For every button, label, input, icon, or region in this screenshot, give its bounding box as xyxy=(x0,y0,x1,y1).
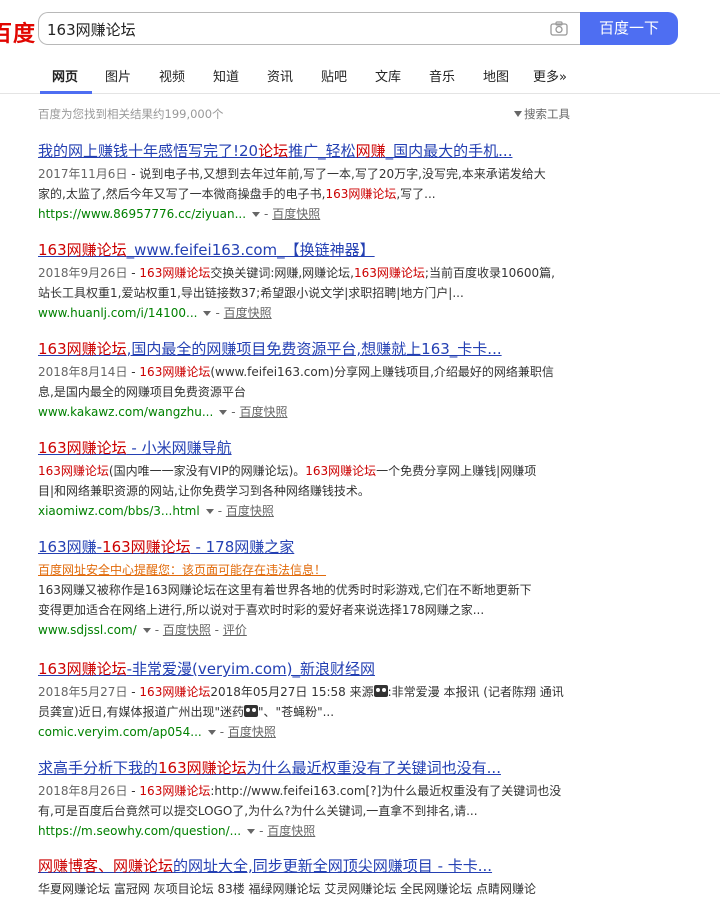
search-result: 求高手分析下我的163网赚论坛为什么最近权重没有了关键词也没有... 2018年… xyxy=(38,758,578,841)
tab-images[interactable]: 图片 xyxy=(105,66,131,85)
result-url-row: www.kakawz.com/wangzhu... - 百度快照 xyxy=(38,405,288,419)
snapshot-link[interactable]: 百度快照 xyxy=(272,207,320,221)
result-title-link[interactable]: 我的网上赚钱十年感悟写完了!20论坛推广_轻松网赚_国内最大的手机... xyxy=(38,141,578,161)
dropdown-arrow-icon[interactable] xyxy=(207,729,216,735)
search-result: 163网赚-163网赚论坛 - 178网赚之家 百度网址安全中心提醒您：该页面可… xyxy=(38,537,578,640)
result-title-link[interactable]: 163网赚论坛,国内最全的网赚项目免费资源平台,想赚就上163_卡卡... xyxy=(38,339,578,359)
result-date: 2018年5月27日 xyxy=(38,685,128,699)
result-abstract: 2018年5月27日 - 163网赚论坛2018年05月27日 15:58 来源… xyxy=(38,685,564,719)
result-date: 2017年11月6日 xyxy=(38,167,128,181)
emoji-icon xyxy=(244,705,259,717)
result-title-link[interactable]: 163网赚论坛-非常爱漫(veryim.com)_新浪财经网 xyxy=(38,659,578,679)
result-abstract: 2018年9月26日 - 163网赚论坛交换关键词:网赚,网赚论坛,163网赚论… xyxy=(38,266,555,300)
result-url[interactable]: comic.veryim.com/ap054... xyxy=(38,725,202,739)
snapshot-link[interactable]: 百度快照 xyxy=(163,623,211,637)
result-abstract: 2018年8月14日 - 163网赚论坛(www.feifei163.com)分… xyxy=(38,365,554,399)
snapshot-link[interactable]: 百度快照 xyxy=(228,725,276,739)
dropdown-arrow-icon[interactable] xyxy=(219,409,228,415)
result-count: 百度为您找到相关结果约199,000个 xyxy=(38,107,224,121)
result-url-row: xiaomiwz.com/bbs/3...html - 百度快照 xyxy=(38,504,274,518)
result-url-row: comic.veryim.com/ap054... - 百度快照 xyxy=(38,725,276,739)
result-title-link[interactable]: 网赚博客、网赚论坛的网址大全,同步更新全网顶尖网赚项目 - 卡卡... xyxy=(38,856,578,876)
tab-map[interactable]: 地图 xyxy=(483,66,509,85)
funnel-icon xyxy=(514,111,522,117)
active-tab-indicator xyxy=(40,91,92,94)
result-date: 2018年8月14日 xyxy=(38,365,128,379)
tab-news[interactable]: 资讯 xyxy=(267,66,293,85)
snapshot-link[interactable]: 百度快照 xyxy=(267,824,315,838)
search-result: 网赚博客、网赚论坛的网址大全,同步更新全网顶尖网赚项目 - 卡卡... 华夏网赚… xyxy=(38,856,578,899)
search-result: 163网赚论坛 - 小米网赚导航 163网赚论坛(国内唯一一家没有VIP的网赚论… xyxy=(38,438,578,521)
header: 百度 百度一下 xyxy=(0,0,720,56)
search-button[interactable]: 百度一下 xyxy=(580,12,678,45)
snapshot-link[interactable]: 百度快照 xyxy=(224,306,272,320)
result-url[interactable]: www.sdjssl.com/ xyxy=(38,623,137,637)
result-abstract: 163网赚论坛(国内唯一一家没有VIP的网赚论坛)。163网赚论坛一个免费分享网… xyxy=(38,464,537,498)
result-url-row: https://m.seowhy.com/question/... - 百度快照 xyxy=(38,824,316,838)
emoji-icon xyxy=(373,685,388,697)
result-date: 2018年9月26日 xyxy=(38,266,128,280)
result-abstract: 163网赚又被称作是163网赚论坛在这里有着世界各地的优秀时时彩游戏,它们在不断… xyxy=(38,583,532,617)
result-url-row: www.sdjssl.com/- 百度快照 - 评价 xyxy=(38,623,247,637)
result-url[interactable]: https://m.seowhy.com/question/... xyxy=(38,824,241,838)
search-result: 163网赚论坛_www.feifei163.com_【换链神器】 2018年9月… xyxy=(38,240,578,323)
tab-web[interactable]: 网页 xyxy=(52,66,78,85)
search-result: 我的网上赚钱十年感悟写完了!20论坛推广_轻松网赚_国内最大的手机... 201… xyxy=(38,141,578,224)
result-url-row: https://www.86957776.cc/ziyuan... - 百度快照 xyxy=(38,207,321,221)
tab-wenku[interactable]: 文库 xyxy=(375,66,401,85)
result-abstract: 2018年8月26日 - 163网赚论坛:http://www.feifei16… xyxy=(38,784,562,818)
result-url-row: www.huanlj.com/i/14100... - 百度快照 xyxy=(38,306,272,320)
search-tabs: 网页 图片 视频 知道 资讯 贴吧 文库 音乐 地图 更多» xyxy=(0,56,720,94)
result-url[interactable]: xiaomiwz.com/bbs/3...html xyxy=(38,504,200,518)
snapshot-link[interactable]: 百度快照 xyxy=(239,405,287,419)
tab-video[interactable]: 视频 xyxy=(159,66,185,85)
result-title-link[interactable]: 163网赚论坛 - 小米网赚导航 xyxy=(38,438,578,458)
search-box[interactable] xyxy=(38,12,580,45)
security-warning[interactable]: 百度网址安全中心提醒您：该页面可能存在违法信息！ xyxy=(38,560,578,580)
search-result: 163网赚论坛-非常爱漫(veryim.com)_新浪财经网 2018年5月27… xyxy=(38,659,578,742)
result-url[interactable]: www.huanlj.com/i/14100... xyxy=(38,306,197,320)
search-input[interactable] xyxy=(47,19,527,39)
dropdown-arrow-icon[interactable] xyxy=(142,627,151,633)
result-url[interactable]: www.kakawz.com/wangzhu... xyxy=(38,405,213,419)
review-link[interactable]: 评价 xyxy=(223,623,247,637)
search-tools-label: 搜索工具 xyxy=(524,107,570,121)
search-result: 163网赚论坛,国内最全的网赚项目免费资源平台,想赚就上163_卡卡... 20… xyxy=(38,339,578,422)
result-url[interactable]: https://www.86957776.cc/ziyuan... xyxy=(38,207,246,221)
snapshot-link[interactable]: 百度快照 xyxy=(226,504,274,518)
tab-more[interactable]: 更多» xyxy=(533,66,567,85)
camera-icon[interactable] xyxy=(550,21,568,36)
search-tools-button[interactable]: 搜索工具 xyxy=(514,106,570,122)
result-abstract: 2017年11月6日 - 说到电子书,又想到去年过年前,写了一本,写了20万字,… xyxy=(38,167,546,201)
dropdown-arrow-icon[interactable] xyxy=(252,211,261,217)
result-date: 2018年8月26日 xyxy=(38,784,128,798)
tab-zhidao[interactable]: 知道 xyxy=(213,66,239,85)
dropdown-arrow-icon[interactable] xyxy=(247,828,256,834)
tab-music[interactable]: 音乐 xyxy=(429,66,455,85)
result-abstract: 华夏网赚论坛 富冠网 灰项目论坛 83楼 福绿网赚论坛 艾灵网赚论坛 全民网赚论… xyxy=(38,882,536,896)
result-title-link[interactable]: 163网赚-163网赚论坛 - 178网赚之家 xyxy=(38,537,578,557)
dropdown-arrow-icon[interactable] xyxy=(203,310,212,316)
result-title-link[interactable]: 163网赚论坛_www.feifei163.com_【换链神器】 xyxy=(38,240,578,260)
baidu-logo[interactable]: 百度 xyxy=(0,16,36,48)
result-title-link[interactable]: 求高手分析下我的163网赚论坛为什么最近权重没有了关键词也没有... xyxy=(38,758,578,778)
tab-tieba[interactable]: 贴吧 xyxy=(321,66,347,85)
dropdown-arrow-icon[interactable] xyxy=(205,508,214,514)
